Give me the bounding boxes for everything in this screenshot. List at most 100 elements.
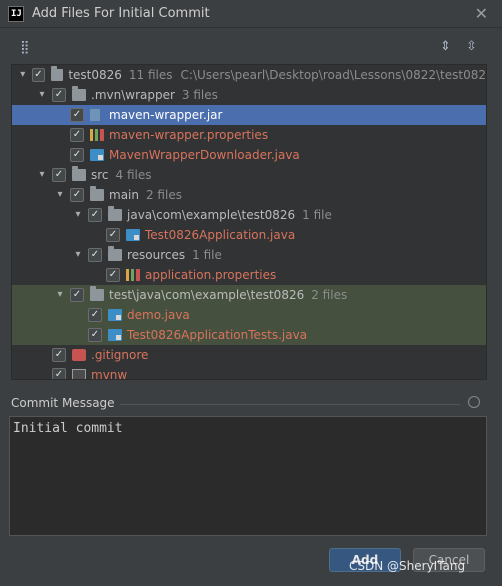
tree-row[interactable]: ▾ ✓ test\java\com\example\test0826 2 files: [12, 285, 486, 305]
include-checkbox[interactable]: ✓: [52, 88, 66, 102]
file-count: 1 file: [302, 208, 332, 222]
file-tree: ▾ ✓ test0826 11 files C:\Users\pearl\Desktop…: [11, 64, 487, 380]
folder-icon: [108, 206, 122, 221]
tree-item-label: Test0826ApplicationTests.java: [127, 328, 308, 342]
separator: [120, 404, 460, 405]
tree-row[interactable]: ✓ .gitignore: [12, 345, 486, 365]
include-checkbox[interactable]: ✓: [70, 148, 84, 162]
include-checkbox[interactable]: ✓: [70, 188, 84, 202]
include-checkbox[interactable]: ✓: [70, 288, 84, 302]
chevron-down-icon[interactable]: ▾: [17, 69, 28, 81]
include-checkbox[interactable]: ✓: [88, 308, 102, 322]
file-count: 3 files: [181, 88, 218, 102]
jar-icon: [90, 109, 100, 121]
git-icon: [72, 349, 86, 361]
watermark: CSDN @SheryITang: [349, 559, 466, 573]
app-logo-icon: IJ: [8, 5, 24, 22]
include-checkbox[interactable]: ✓: [52, 368, 66, 379]
tree-item-label: test0826: [68, 68, 122, 82]
collapse-all-icon[interactable]: ⇳: [466, 39, 477, 54]
history-icon[interactable]: [468, 396, 480, 408]
folder-icon: [50, 66, 64, 81]
include-checkbox[interactable]: ✓: [70, 108, 84, 122]
tree-item-label: maven-wrapper.jar: [109, 108, 223, 122]
exe-icon: [72, 369, 86, 379]
tree-row[interactable]: ✓ demo.java: [12, 305, 486, 325]
chevron-down-icon[interactable]: ▾: [36, 169, 48, 181]
file-count: 11 files: [128, 68, 173, 82]
commit-message-input[interactable]: [9, 416, 487, 536]
props-icon: [126, 269, 140, 281]
tree-item-label: maven-wrapper.properties: [109, 128, 269, 142]
tree-item-label: test\java\com\example\test0826: [109, 288, 305, 302]
chevron-down-icon[interactable]: ▾: [36, 89, 48, 101]
tree-item-label: .gitignore: [91, 348, 149, 362]
toolbar: ⣿ ⇕ ⇳: [0, 36, 502, 60]
tree-row[interactable]: ▾ ✓ .mvn\wrapper 3 files: [12, 85, 486, 105]
java-icon: [126, 229, 140, 241]
java-icon: [108, 309, 122, 321]
folder-icon: [108, 246, 122, 261]
dialog-title: Add Files For Initial Commit: [32, 6, 210, 21]
tree-row[interactable]: ✓ application.properties: [12, 265, 486, 285]
include-checkbox[interactable]: ✓: [52, 348, 66, 362]
tree-row[interactable]: ✓ maven-wrapper.jar: [12, 105, 486, 125]
include-checkbox[interactable]: ✓: [88, 248, 102, 262]
include-checkbox[interactable]: ✓: [88, 328, 102, 342]
file-count: 1 file: [192, 248, 222, 262]
include-checkbox[interactable]: ✓: [52, 168, 66, 182]
tree-row[interactable]: ▾ ✓ resources 1 file: [12, 245, 486, 265]
tree-row[interactable]: ✓ MavenWrapperDownloader.java: [12, 145, 486, 165]
chevron-down-icon[interactable]: ▾: [54, 289, 66, 301]
tree-item-label: resources: [127, 248, 186, 262]
include-checkbox[interactable]: ✓: [106, 228, 120, 242]
chevron-down-icon[interactable]: ▾: [54, 189, 66, 201]
tree-item-label: demo.java: [127, 308, 190, 322]
tree-item-label: MavenWrapperDownloader.java: [109, 148, 300, 162]
close-icon[interactable]: ✕: [475, 4, 488, 23]
tree-row[interactable]: ▾ ✓ java\com\example\test0826 1 file: [12, 205, 486, 225]
tree-row[interactable]: ✓ maven-wrapper.properties: [12, 125, 486, 145]
props-icon: [90, 129, 104, 141]
tree-row[interactable]: ✓ Test0826ApplicationTests.java: [12, 325, 486, 345]
include-checkbox[interactable]: ✓: [70, 128, 84, 142]
chevron-down-icon[interactable]: ▾: [72, 209, 84, 221]
file-count: 2 files: [311, 288, 348, 302]
tree-row[interactable]: ▾ ✓ src 4 files: [12, 165, 486, 185]
commit-message-label: Commit Message: [11, 396, 115, 410]
tree-item-label: .mvn\wrapper: [91, 88, 175, 102]
file-count: 4 files: [115, 168, 152, 182]
tree-item-label: src: [91, 168, 109, 182]
folder-icon: [72, 86, 86, 101]
tree-item-label: mvnw: [91, 368, 128, 380]
expand-all-icon[interactable]: ⇕: [440, 39, 451, 54]
java-icon: [108, 329, 122, 341]
root-path: C:\Users\pearl\Desktop\road\Lessons\0822…: [180, 68, 486, 82]
file-count: 2 files: [145, 188, 182, 202]
tree-item-label: java\com\example\test0826: [127, 208, 296, 222]
chevron-down-icon[interactable]: ▾: [72, 249, 84, 261]
tree-item-label: application.properties: [145, 268, 277, 282]
group-by-icon[interactable]: ⣿: [20, 40, 30, 55]
tree-item-label: main: [109, 188, 139, 202]
folder-icon: [90, 286, 104, 301]
tree-row[interactable]: ✓ Test0826Application.java: [12, 225, 486, 245]
include-checkbox[interactable]: ✓: [106, 268, 120, 282]
java-icon: [90, 149, 104, 161]
include-checkbox[interactable]: ✓: [88, 208, 102, 222]
tree-row[interactable]: ▾ ✓ main 2 files: [12, 185, 486, 205]
tree-row[interactable]: ✓ mvnw: [12, 365, 486, 380]
folder-icon: [90, 186, 104, 201]
tree-item-label: Test0826Application.java: [145, 228, 296, 242]
tree-row[interactable]: ▾ ✓ test0826 11 files C:\Users\pearl\Desktop…: [12, 65, 486, 85]
include-checkbox[interactable]: ✓: [32, 68, 45, 82]
folder-icon: [72, 166, 86, 181]
title-bar: IJ Add Files For Initial Commit ✕: [0, 0, 502, 28]
